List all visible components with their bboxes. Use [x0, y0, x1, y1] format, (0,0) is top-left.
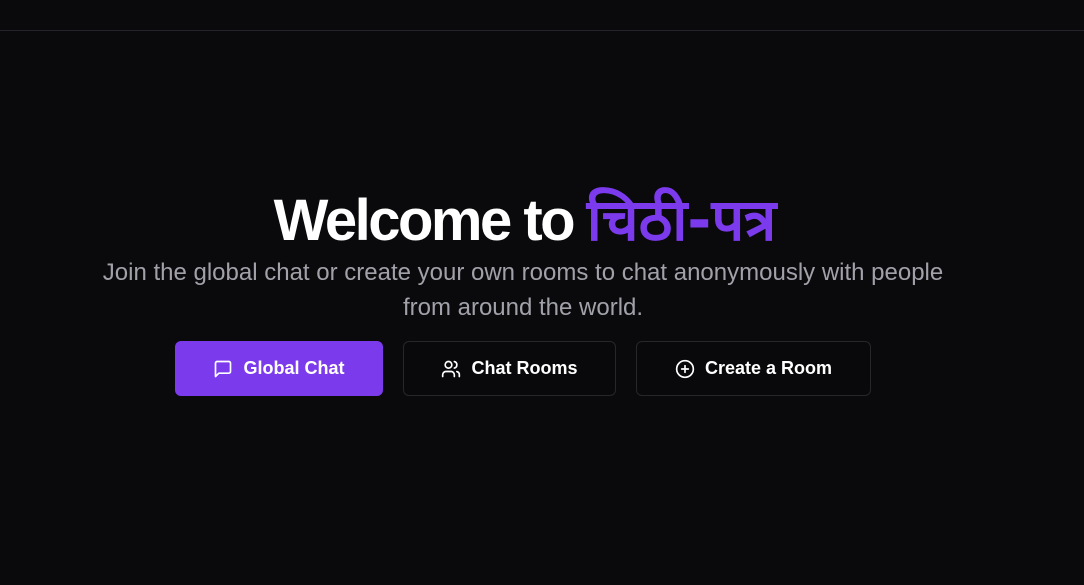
users-icon: [441, 359, 461, 379]
chat-rooms-button[interactable]: Chat Rooms: [403, 341, 616, 396]
page-subtitle: Join the global chat or create your own …: [102, 259, 944, 321]
create-room-label: Create a Room: [704, 358, 833, 378]
global-chat-button[interactable]: Global Chat: [175, 341, 383, 396]
plus-circle-icon: [675, 359, 695, 379]
create-room-button[interactable]: Create a Room: [636, 341, 871, 396]
chat-rooms-label: Chat Rooms: [471, 358, 578, 378]
page-title: Welcome to चिठी-पत्र: [0, 185, 1050, 256]
message-square-icon: [213, 359, 233, 379]
top-navbar: [0, 0, 1084, 31]
global-chat-label: Global Chat: [243, 358, 345, 378]
brand-name: चिठी-पत्र: [586, 185, 777, 254]
title-prefix: Welcome to: [273, 187, 587, 253]
